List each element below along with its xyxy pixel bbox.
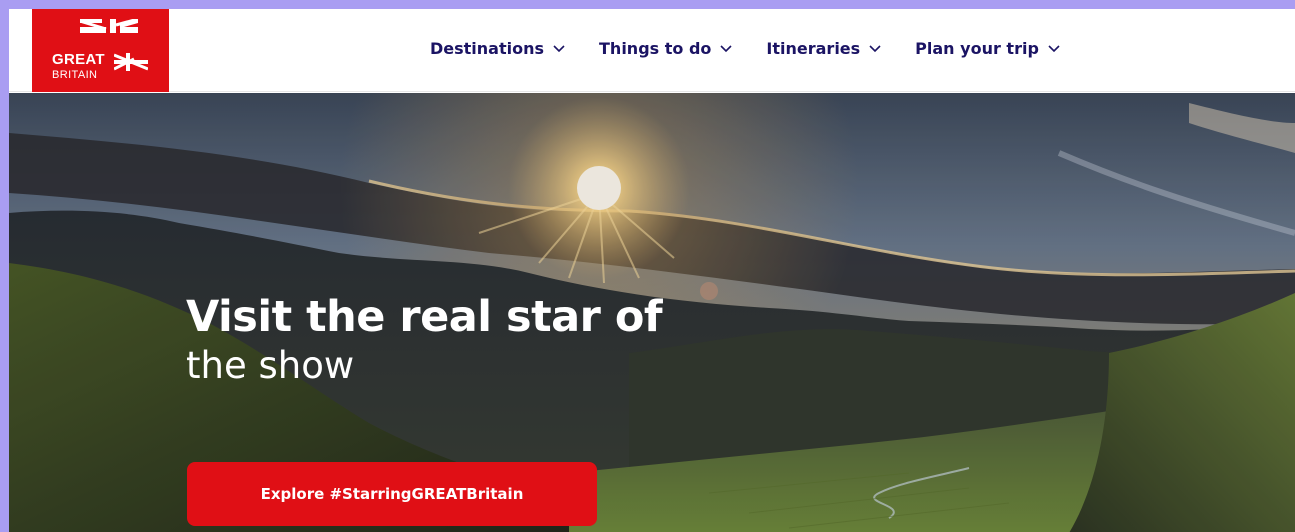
hero-headline-light: the show (186, 344, 355, 387)
logo-text-britain: BRITAIN (52, 69, 98, 81)
nav-item-label: Things to do (599, 39, 712, 58)
hero-headline: Visit the real star of the show (186, 291, 663, 389)
site-header: GREAT BRITAIN Destinations Things to do … (9, 9, 1295, 92)
browser-viewport: GREAT BRITAIN Destinations Things to do … (9, 9, 1295, 532)
hero-banner: Visit the real star of the show Explore … (9, 93, 1295, 532)
nav-item-label: Plan your trip (915, 39, 1039, 58)
nav-item-destinations[interactable]: Destinations (430, 39, 565, 58)
nav-item-itineraries[interactable]: Itineraries (766, 39, 881, 58)
nav-item-label: Itineraries (766, 39, 861, 58)
nav-item-things-to-do[interactable]: Things to do (599, 39, 732, 58)
chevron-down-icon (553, 44, 565, 52)
explore-starring-great-britain-button[interactable]: Explore #StarringGREATBritain (187, 462, 597, 526)
great-britain-logo[interactable]: GREAT BRITAIN (32, 9, 169, 92)
main-nav: Destinations Things to do Itineraries Pl… (430, 39, 1060, 58)
union-flag-icon (80, 19, 138, 33)
nav-item-label: Destinations (430, 39, 545, 58)
page: GREAT BRITAIN Destinations Things to do … (0, 0, 1295, 532)
chevron-down-icon (869, 44, 881, 52)
chevron-down-icon (1048, 44, 1060, 52)
hero-headline-bold: Visit the real star of (186, 292, 663, 342)
logo-text-great: GREAT (52, 51, 105, 68)
nav-item-plan-your-trip[interactable]: Plan your trip (915, 39, 1060, 58)
chevron-down-icon (720, 44, 732, 52)
union-flag-small-icon (114, 53, 148, 71)
